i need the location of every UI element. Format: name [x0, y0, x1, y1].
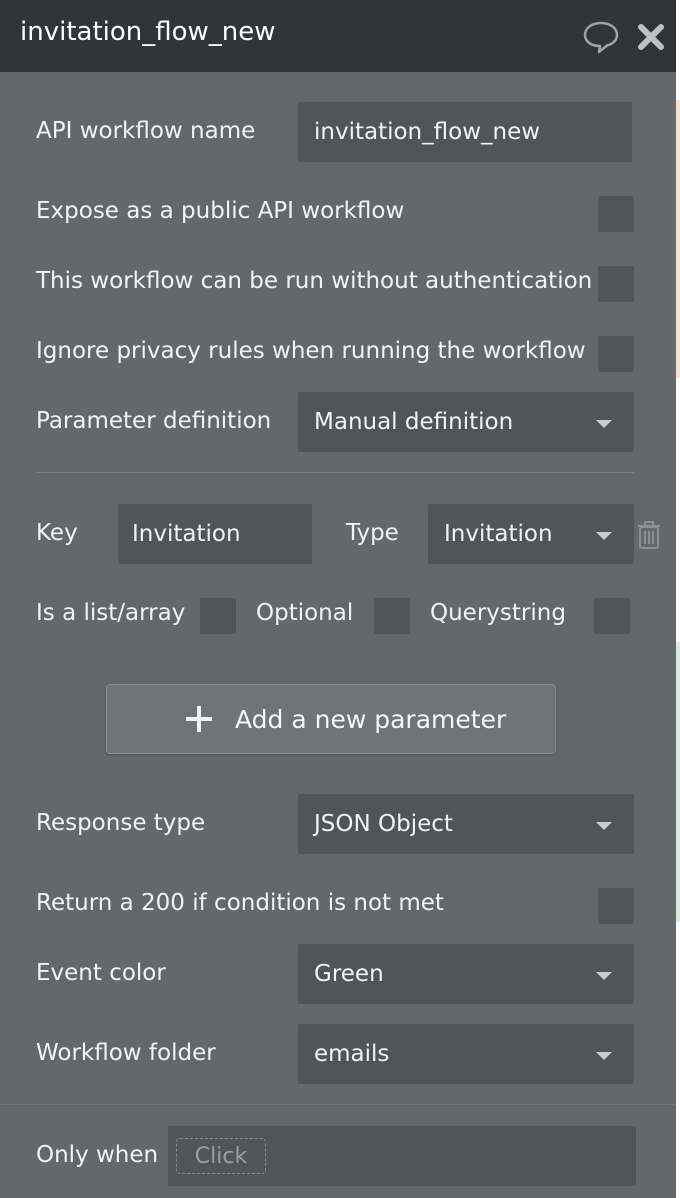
add-parameter-label: Add a new parameter: [235, 705, 507, 734]
add-parameter-button[interactable]: Add a new parameter: [106, 684, 556, 754]
event-color-label: Event color: [36, 960, 166, 986]
chevron-down-icon: [596, 532, 612, 540]
api-workflow-name-label: API workflow name: [36, 118, 256, 144]
is-list-label: Is a list/array: [36, 600, 186, 626]
close-icon[interactable]: [636, 22, 666, 52]
workflow-folder-value: emails: [314, 1041, 390, 1067]
parameter-definition-dropdown[interactable]: Manual definition: [298, 392, 634, 452]
is-list-checkbox[interactable]: [200, 598, 236, 634]
comment-icon[interactable]: [582, 20, 620, 54]
event-color-value: Green: [314, 961, 384, 987]
parameter-key-input[interactable]: Invitation: [118, 504, 312, 564]
return-200-label: Return a 200 if condition is not met: [36, 890, 444, 916]
condition-divider: [0, 1104, 676, 1105]
workflow-folder-dropdown[interactable]: emails: [298, 1024, 634, 1084]
response-type-dropdown[interactable]: JSON Object: [298, 794, 634, 854]
no-auth-checkbox[interactable]: [598, 266, 634, 302]
parameter-definition-label: Parameter definition: [36, 408, 272, 434]
no-auth-label: This workflow can be run without authent…: [36, 268, 593, 294]
parameter-key-label: Key: [36, 520, 78, 546]
optional-label: Optional: [256, 600, 354, 626]
optional-checkbox[interactable]: [374, 598, 410, 634]
querystring-checkbox[interactable]: [594, 598, 630, 634]
return-200-checkbox[interactable]: [598, 888, 634, 924]
workflow-properties-panel: invitation_flow_new API workflow name in…: [0, 0, 676, 1198]
chevron-down-icon: [596, 972, 612, 980]
parameter-type-value: Invitation: [444, 521, 553, 547]
querystring-label: Querystring: [430, 600, 566, 626]
ignore-privacy-label: Ignore privacy rules when running the wo…: [36, 338, 586, 364]
only-when-label: Only when: [36, 1142, 159, 1168]
response-type-label: Response type: [36, 810, 206, 836]
parameter-type-label: Type: [346, 520, 399, 546]
background-peek-orange: [676, 100, 680, 378]
plus-icon: [186, 706, 212, 732]
ignore-privacy-checkbox[interactable]: [598, 336, 634, 372]
background-peek-green: [676, 642, 680, 922]
expose-public-checkbox[interactable]: [598, 196, 634, 232]
only-when-click-placeholder[interactable]: Click: [176, 1138, 266, 1174]
chevron-down-icon: [596, 822, 612, 830]
chevron-down-icon: [596, 420, 612, 428]
parameter-type-dropdown[interactable]: Invitation: [428, 504, 634, 564]
expose-public-label: Expose as a public API workflow: [36, 198, 405, 224]
section-divider: [36, 472, 634, 473]
trash-icon[interactable]: [637, 520, 661, 550]
response-type-value: JSON Object: [314, 811, 453, 837]
panel-header: invitation_flow_new: [0, 0, 676, 72]
api-workflow-name-input[interactable]: invitation_flow_new: [298, 102, 632, 162]
parameter-definition-value: Manual definition: [314, 409, 514, 435]
event-color-dropdown[interactable]: Green: [298, 944, 634, 1004]
panel-title: invitation_flow_new: [20, 17, 276, 47]
chevron-down-icon: [596, 1052, 612, 1060]
workflow-folder-label: Workflow folder: [36, 1040, 216, 1066]
